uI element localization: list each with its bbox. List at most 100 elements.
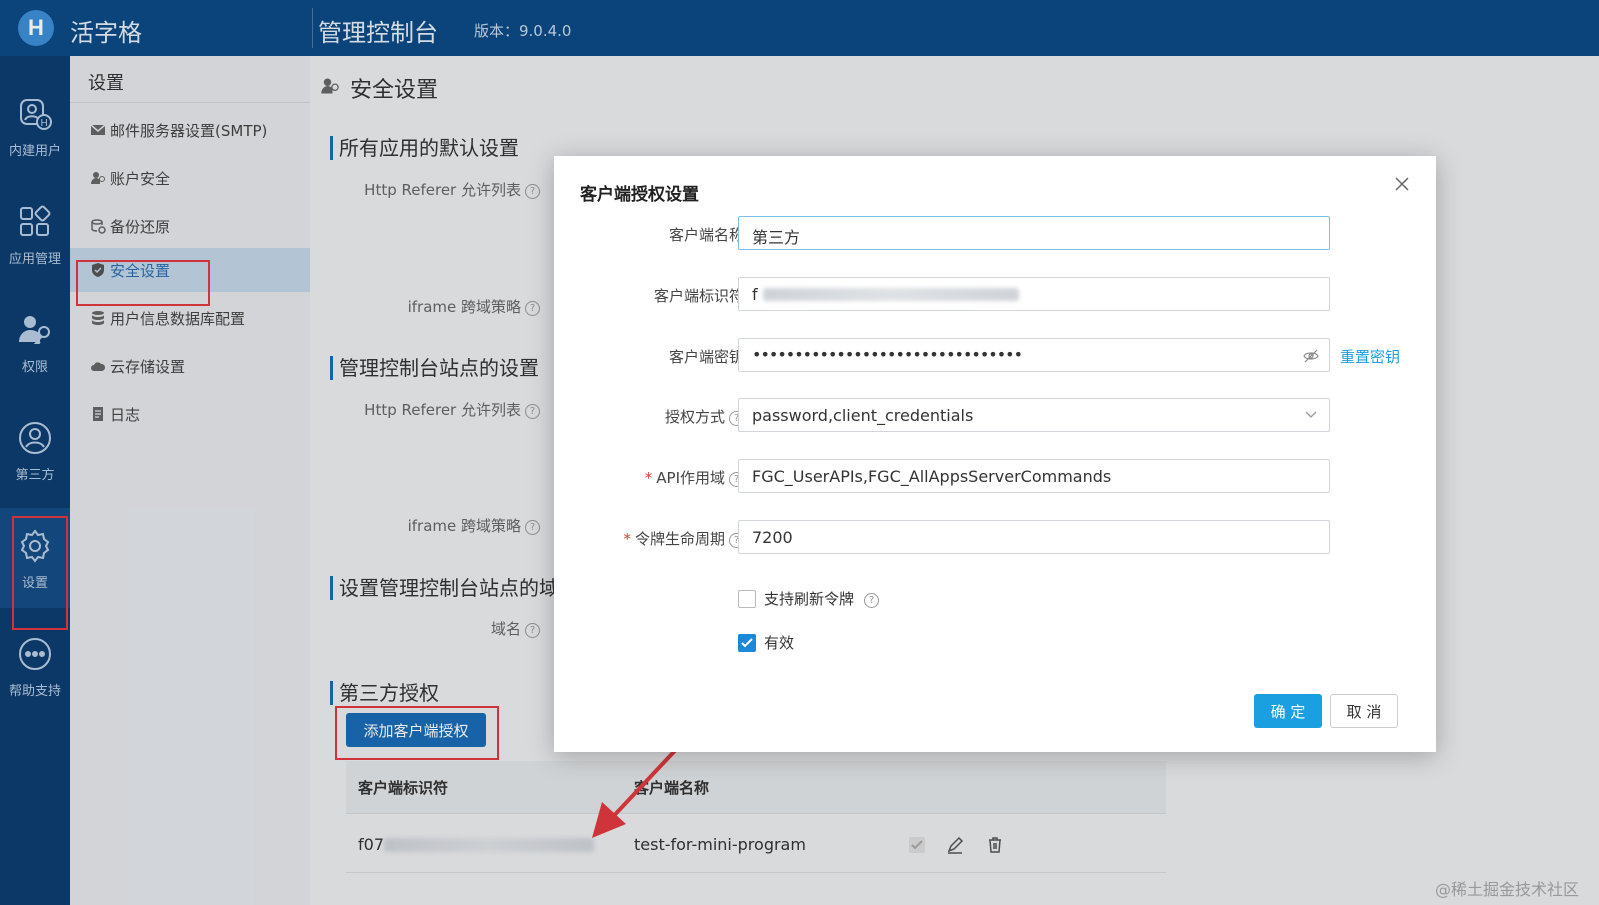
help-icon[interactable]: ? [525, 520, 540, 535]
grant-type-select[interactable]: password,client_credentials [738, 398, 1330, 432]
third-party-icon [19, 422, 51, 454]
submenu-item-label: 备份还原 [110, 217, 171, 236]
backup-icon [91, 219, 106, 234]
redacted-blur [384, 838, 594, 852]
submenu-item-account-security[interactable]: 账户安全 [70, 156, 310, 200]
mail-icon [90, 124, 106, 135]
close-icon[interactable] [1392, 174, 1412, 194]
field-label: iframe 跨域策略? [310, 296, 540, 317]
field-label: * API作用域? [574, 467, 744, 488]
help-icon[interactable]: ? [525, 404, 540, 419]
redacted-blur [763, 288, 1019, 301]
submenu-header: 设置 [70, 56, 310, 103]
nav-item-settings[interactable]: 设置 [0, 508, 70, 608]
section-title: 所有应用的默认设置 [330, 136, 519, 160]
field-label: iframe 跨域策略? [310, 515, 540, 536]
submenu-item-user-db[interactable]: 用户信息数据库配置 [70, 296, 310, 340]
submenu-item-label: 账户安全 [110, 169, 171, 188]
help-icon[interactable]: ? [525, 301, 540, 316]
field-label: 域名? [310, 618, 540, 639]
section-title: 第三方授权 [330, 681, 439, 705]
watermark: @稀土掘金技术社区 [1435, 880, 1580, 899]
brand-name: 活字格 [70, 19, 142, 47]
field-label: 授权方式? [574, 406, 744, 427]
dialog-title: 客户端授权设置 [580, 185, 699, 205]
client-auth-dialog: 客户端授权设置 客户端名称 第三方 客户端标识符 f 客户端密钥 •••••••… [554, 156, 1436, 752]
checkbox-label: 有效 [764, 634, 795, 652]
log-icon [93, 407, 103, 421]
cancel-button[interactable]: 取 消 [1330, 694, 1398, 728]
submenu-item-label: 安全设置 [110, 261, 171, 280]
client-id-input[interactable]: f [738, 277, 1330, 311]
edit-icon[interactable] [946, 836, 964, 854]
database-icon [92, 311, 104, 325]
reset-secret-link[interactable]: 重置密钥 [1340, 346, 1400, 367]
submenu-item-security-settings[interactable]: 安全设置 [70, 248, 310, 292]
version-label: 版本：9.0.4.0 [474, 22, 572, 40]
user-h-icon: H [20, 99, 52, 130]
nav-label: 帮助支持 [8, 684, 61, 699]
check-icon[interactable] [908, 836, 926, 854]
nav-label: 设置 [21, 576, 48, 591]
delete-icon[interactable] [986, 836, 1004, 854]
token-lifetime-input[interactable]: 7200 [738, 520, 1330, 554]
submenu-item-label: 用户信息数据库配置 [110, 309, 246, 328]
submenu-item-label: 邮件服务器设置(SMTP) [110, 121, 268, 140]
client-id-cell: f07 [358, 835, 384, 854]
help-icon[interactable]: ? [525, 623, 540, 638]
table-header: 客户端标识符 客户端名称 [346, 761, 1166, 814]
field-label: 客户端密钥 [668, 348, 744, 366]
topbar-divider [312, 8, 313, 48]
user-key-icon [91, 172, 105, 184]
apps-grid-icon [20, 205, 51, 236]
client-name-cell: test-for-mini-program [634, 835, 806, 854]
valid-checkbox[interactable] [738, 634, 756, 652]
nav-item-permissions[interactable]: 权限 [0, 292, 70, 392]
client-name-input[interactable]: 第三方 [738, 216, 1330, 250]
page-title: 安全设置 [350, 78, 439, 103]
submenu-item-log[interactable]: 日志 [70, 392, 310, 436]
settings-submenu: 设置 邮件服务器设置(SMTP) 账户安全 备份还原 安全设置 用户信息数据库配… [70, 56, 310, 905]
cloud-icon [91, 362, 106, 371]
submenu-item-cloud-storage[interactable]: 云存储设置 [70, 344, 310, 388]
nav-item-app-management[interactable]: 应用管理 [0, 184, 70, 284]
help-icon[interactable]: ? [864, 593, 880, 608]
checkbox-label: 支持刷新令牌? [764, 588, 880, 609]
nav-label: 应用管理 [8, 252, 61, 267]
page-header: 安全设置 [310, 56, 1599, 112]
gear-icon [20, 529, 50, 563]
help-icon[interactable]: ? [525, 184, 540, 199]
field-label: Http Referer 允许列表? [310, 179, 540, 200]
nav-item-help[interactable]: 帮助支持 [0, 616, 70, 716]
more-dots-icon [19, 638, 51, 670]
submenu-item-backup[interactable]: 备份还原 [70, 204, 310, 248]
nav-item-builtin-users[interactable]: H 内建用户 [0, 76, 70, 176]
logo-icon: H [18, 10, 54, 46]
client-secret-input[interactable]: •••••••••••••••••••••••••••••••• [738, 338, 1330, 372]
submenu-title: 设置 [88, 73, 124, 94]
nav-item-third-party[interactable]: 第三方 [0, 400, 70, 500]
user-key-icon [321, 78, 339, 94]
column-header: 客户端标识符 [358, 779, 449, 797]
nav-label: 第三方 [15, 468, 55, 483]
submenu-item-smtp[interactable]: 邮件服务器设置(SMTP) [70, 108, 310, 152]
user-key-icon [19, 316, 50, 344]
check-icon [741, 638, 753, 648]
section-title: 管理控制台站点的设置 [330, 356, 539, 380]
api-scope-input[interactable]: FGC_UserAPIs,FGC_AllAppsServerCommands [738, 459, 1330, 493]
field-label: Http Referer 允许列表? [310, 399, 540, 420]
shield-icon [92, 263, 104, 277]
svg-text:H: H [41, 118, 48, 129]
eye-hidden-icon[interactable] [1303, 348, 1319, 364]
add-client-auth-button[interactable]: 添加客户端授权 [346, 713, 486, 747]
field-label: 客户端名称 [668, 226, 744, 244]
section-title: 设置管理控制台站点的域 [330, 576, 559, 600]
confirm-button[interactable]: 确 定 [1254, 694, 1322, 728]
chevron-down-icon [1305, 411, 1317, 418]
top-bar: H 活字格 管理控制台 版本：9.0.4.0 [0, 0, 1599, 56]
refresh-token-checkbox[interactable] [738, 590, 756, 608]
table-row[interactable]: f07 test-for-mini-program [346, 818, 1166, 873]
submenu-item-label: 日志 [110, 405, 141, 424]
console-title: 管理控制台 [318, 19, 438, 47]
field-label: 客户端标识符 [653, 287, 744, 305]
